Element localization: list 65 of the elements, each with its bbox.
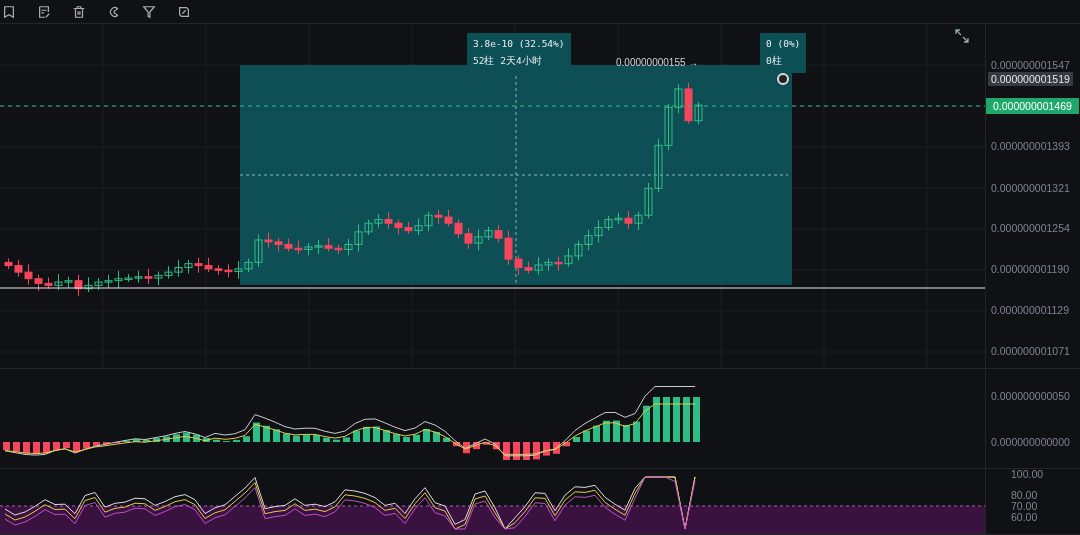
oscillator-axis-label: 100.00 <box>1010 467 1045 481</box>
price-axis-label: 0.000000001393 <box>990 139 1071 154</box>
bar-count-text: 52柱 2天4小时 <box>473 55 543 68</box>
candlestick <box>554 256 563 272</box>
bookmark-icon[interactable] <box>2 4 16 19</box>
price-axis-label: 0.000000001519 <box>988 72 1073 87</box>
candlestick <box>204 257 213 273</box>
candlestick <box>84 276 93 293</box>
drag-handle[interactable] <box>777 73 789 85</box>
candlestick <box>224 263 233 278</box>
candlestick <box>184 259 193 274</box>
candlestick <box>134 270 143 284</box>
candlestick <box>34 274 43 292</box>
candlestick <box>284 238 293 252</box>
price-axis-label: 0.000000001547 <box>990 58 1071 72</box>
candlestick <box>44 276 53 290</box>
candlestick <box>54 273 63 291</box>
candlestick <box>404 221 413 235</box>
macd-axis-label: 0.000000000050 <box>990 389 1071 403</box>
candlestick <box>574 240 583 261</box>
candlestick <box>304 242 313 256</box>
candlestick <box>154 270 163 286</box>
candlestick <box>544 258 553 272</box>
price-change-text: 3.8e-10 (32.54%) <box>473 38 565 49</box>
candlestick <box>214 264 223 276</box>
candlestick <box>434 209 443 225</box>
oscillator-axis-label: 80.00 <box>1010 488 1039 502</box>
price-change-text: 0 (0%) <box>766 38 801 49</box>
price-axis-label: 0.000000001129 <box>990 302 1071 317</box>
candlestick <box>294 240 303 255</box>
candlestick <box>144 268 153 285</box>
price-axis-label: 0.000000001254 <box>990 221 1071 236</box>
candlestick <box>564 247 573 268</box>
filter-icon[interactable] <box>142 4 156 19</box>
bar-count-text: 0柱 <box>766 55 783 68</box>
candlestick <box>164 265 173 280</box>
expand-icon[interactable] <box>955 29 969 43</box>
candlestick <box>104 274 113 289</box>
candlestick <box>194 257 203 274</box>
candlestick <box>464 227 473 250</box>
macd-axis-label: 0.000000000000 <box>990 435 1071 449</box>
candlestick <box>94 277 103 291</box>
oscillator-axis-label: 70.00 <box>1010 499 1039 513</box>
price-axis-label: 0.000000001190 <box>990 261 1071 276</box>
candlestick <box>234 260 243 280</box>
price-axis-label: 0.000000001321 <box>990 180 1071 195</box>
trash-icon[interactable] <box>72 4 86 19</box>
candlestick <box>324 237 333 252</box>
candlestick <box>24 263 33 286</box>
candlestick <box>584 229 593 251</box>
price-axis-label: 0.000000001469 <box>986 98 1079 115</box>
oscillator-axis-label: 60.00 <box>1010 510 1039 524</box>
candlestick <box>424 211 433 232</box>
candlestick <box>394 219 403 235</box>
candlestick <box>274 237 283 252</box>
price-axis-label: 0.000000001071 <box>990 343 1071 358</box>
candlestick <box>454 219 463 239</box>
note-edit-icon[interactable] <box>37 4 51 19</box>
candlestick <box>384 211 393 230</box>
candlestick <box>314 239 323 255</box>
candlestick <box>174 259 183 278</box>
high-price-label: 0.00000000155 → <box>616 57 699 68</box>
candlestick <box>444 209 453 227</box>
candlestick <box>414 217 423 236</box>
candlestick <box>374 213 383 229</box>
